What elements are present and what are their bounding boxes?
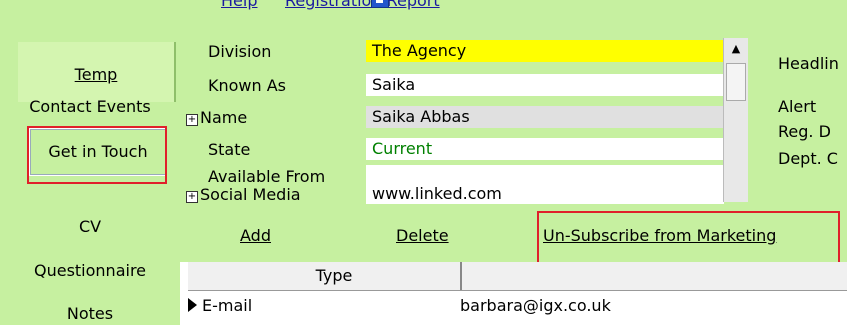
registration-report-link[interactable]: Registration Report — [285, 0, 440, 10]
expand-icon[interactable]: + — [186, 191, 198, 203]
help-link[interactable]: Help — [221, 0, 257, 10]
cell-type: E-mail — [202, 296, 253, 315]
field-label-division: Division — [208, 42, 272, 61]
expand-icon[interactable]: + — [186, 114, 198, 126]
sidebar-item-notes[interactable]: Notes — [0, 304, 180, 323]
sidebar-item-label: Notes — [66, 304, 114, 323]
field-label-state: State — [208, 140, 251, 159]
field-value-name[interactable]: Saika Abbas — [366, 106, 724, 128]
sidebar-item-label: Contact Events — [29, 97, 151, 116]
sidebar-item-cv[interactable]: CV — [0, 217, 180, 236]
delete-button[interactable]: Delete — [396, 226, 449, 245]
right-label-headline: Headlin — [778, 54, 839, 73]
top-bar: Help Registration Report — [0, 0, 847, 24]
sidebar-item-questionnaire[interactable]: Questionnaire — [0, 261, 180, 280]
contact-grid: Type E-mail barbara@igx.co.uk — [180, 262, 847, 325]
field-label-available-from: Available From — [208, 167, 326, 186]
right-panel: Headlin Alert Reg. D Dept. C — [748, 24, 847, 204]
scroll-up-arrow-icon[interactable]: ▲ — [724, 38, 748, 60]
row-pointer-icon — [188, 298, 197, 312]
field-value-known-as[interactable]: Saika — [366, 74, 724, 96]
scroll-thumb[interactable] — [726, 63, 746, 101]
right-label-alert: Alert — [778, 97, 817, 116]
field-value-social-media[interactable]: www.linked.com — [366, 183, 724, 205]
get-in-touch-callout — [27, 126, 167, 184]
field-value-state[interactable]: Current — [366, 138, 724, 160]
column-header-type[interactable]: Type — [208, 262, 462, 290]
add-button[interactable]: Add — [240, 226, 271, 245]
sidebar-item-temp[interactable]: Temp — [18, 42, 176, 102]
grid-header: Type — [188, 262, 847, 291]
field-label-name[interactable]: + Name — [186, 108, 247, 127]
cell-value: barbara@igx.co.uk — [460, 296, 611, 315]
table-row[interactable]: E-mail barbara@igx.co.uk — [188, 292, 847, 322]
sidebar-item-label: CV — [78, 217, 102, 236]
right-label-dept: Dept. C — [778, 149, 838, 168]
right-label-reg-date: Reg. D — [778, 122, 831, 141]
field-label-known-as: Known As — [208, 76, 287, 95]
report-icon[interactable] — [371, 0, 389, 8]
field-label-social-media[interactable]: + Social Media — [186, 185, 301, 204]
sidebar-item-label: Temp — [74, 65, 118, 84]
fields-scrollbar[interactable]: ▲ — [723, 38, 748, 202]
sidebar-item-label: Questionnaire — [33, 261, 147, 280]
field-value-division[interactable]: The Agency — [366, 40, 724, 62]
record-fields: Division The Agency Known As Saika + Name… — [180, 38, 740, 205]
sidebar-item-contact-events[interactable]: Contact Events — [0, 97, 180, 116]
